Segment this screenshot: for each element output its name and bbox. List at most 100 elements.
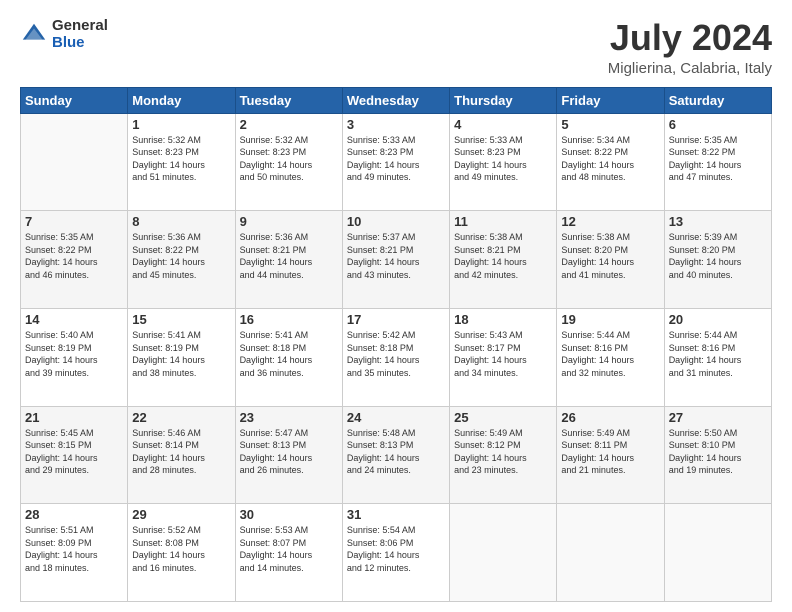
- calendar-cell: [450, 504, 557, 602]
- day-info: Sunrise: 5:38 AM Sunset: 8:21 PM Dayligh…: [454, 231, 552, 281]
- calendar-cell: 6 Sunrise: 5:35 AM Sunset: 8:22 PM Daylig…: [664, 113, 771, 211]
- weekday-header: Saturday: [664, 87, 771, 113]
- calendar-cell: [557, 504, 664, 602]
- calendar-cell: 2Sunrise: 5:32 AM Sunset: 8:23 PM Daylig…: [235, 113, 342, 211]
- day-info: Sunrise: 5:33 AM Sunset: 8:23 PM Dayligh…: [454, 134, 552, 184]
- day-number: 19: [561, 312, 659, 327]
- calendar-cell: 3Sunrise: 5:33 AM Sunset: 8:23 PM Daylig…: [342, 113, 449, 211]
- day-number: 25: [454, 410, 552, 425]
- day-info: Sunrise: 5:47 AM Sunset: 8:13 PM Dayligh…: [240, 427, 338, 477]
- calendar-cell: 16Sunrise: 5:41 AM Sunset: 8:18 PM Dayli…: [235, 308, 342, 406]
- calendar-cell: 20Sunrise: 5:44 AM Sunset: 8:16 PM Dayli…: [664, 308, 771, 406]
- header: General Blue July 2024 Miglierina, Calab…: [20, 18, 772, 77]
- day-number: 21: [25, 410, 123, 425]
- day-number: 18: [454, 312, 552, 327]
- calendar-cell: 13 Sunrise: 5:39 AM Sunset: 8:20 PM Dayli…: [664, 211, 771, 309]
- calendar-cell: 11 Sunrise: 5:38 AM Sunset: 8:21 PM Dayli…: [450, 211, 557, 309]
- weekday-header: Friday: [557, 87, 664, 113]
- day-number: 4: [454, 117, 552, 132]
- day-number: 5: [561, 117, 659, 132]
- day-number: 10: [347, 214, 445, 229]
- calendar-cell: 5 Sunrise: 5:34 AM Sunset: 8:22 PM Daylig…: [557, 113, 664, 211]
- calendar-cell: 21 Sunrise: 5:45 AM Sunset: 8:15 PM Dayli…: [21, 406, 128, 504]
- calendar-row: 21 Sunrise: 5:45 AM Sunset: 8:15 PM Dayli…: [21, 406, 772, 504]
- day-number: 12: [561, 214, 659, 229]
- day-number: 7: [25, 214, 123, 229]
- day-number: 13: [669, 214, 767, 229]
- weekday-header: Wednesday: [342, 87, 449, 113]
- logo-general-text: General: [52, 18, 108, 35]
- calendar-row: 14 Sunrise: 5:40 AM Sunset: 8:19 PM Dayli…: [21, 308, 772, 406]
- calendar-cell: 9 Sunrise: 5:36 AM Sunset: 8:21 PM Daylig…: [235, 211, 342, 309]
- weekday-header: Sunday: [21, 87, 128, 113]
- logo-blue-text: Blue: [52, 35, 108, 52]
- calendar-row: 28 Sunrise: 5:51 AM Sunset: 8:09 PM Dayli…: [21, 504, 772, 602]
- calendar-cell: 28 Sunrise: 5:51 AM Sunset: 8:09 PM Dayli…: [21, 504, 128, 602]
- title-block: July 2024 Miglierina, Calabria, Italy: [608, 18, 772, 77]
- calendar-cell: 17Sunrise: 5:42 AM Sunset: 8:18 PM Dayli…: [342, 308, 449, 406]
- day-info: Sunrise: 5:45 AM Sunset: 8:15 PM Dayligh…: [25, 427, 123, 477]
- day-number: 20: [669, 312, 767, 327]
- main-title: July 2024: [608, 18, 772, 58]
- day-number: 27: [669, 410, 767, 425]
- day-info: Sunrise: 5:49 AM Sunset: 8:11 PM Dayligh…: [561, 427, 659, 477]
- calendar-cell: 15 Sunrise: 5:41 AM Sunset: 8:19 PM Dayli…: [128, 308, 235, 406]
- day-info: Sunrise: 5:49 AM Sunset: 8:12 PM Dayligh…: [454, 427, 552, 477]
- calendar-cell: 27Sunrise: 5:50 AM Sunset: 8:10 PM Dayli…: [664, 406, 771, 504]
- page: General Blue July 2024 Miglierina, Calab…: [0, 0, 792, 612]
- day-info: Sunrise: 5:35 AM Sunset: 8:22 PM Dayligh…: [669, 134, 767, 184]
- day-info: Sunrise: 5:33 AM Sunset: 8:23 PM Dayligh…: [347, 134, 445, 184]
- day-info: Sunrise: 5:34 AM Sunset: 8:22 PM Dayligh…: [561, 134, 659, 184]
- day-number: 29: [132, 507, 230, 522]
- day-info: Sunrise: 5:53 AM Sunset: 8:07 PM Dayligh…: [240, 524, 338, 574]
- day-info: Sunrise: 5:48 AM Sunset: 8:13 PM Dayligh…: [347, 427, 445, 477]
- day-info: Sunrise: 5:35 AM Sunset: 8:22 PM Dayligh…: [25, 231, 123, 281]
- calendar-cell: 23Sunrise: 5:47 AM Sunset: 8:13 PM Dayli…: [235, 406, 342, 504]
- day-number: 22: [132, 410, 230, 425]
- logo-icon: [20, 21, 48, 49]
- day-number: 8: [132, 214, 230, 229]
- day-info: Sunrise: 5:44 AM Sunset: 8:16 PM Dayligh…: [561, 329, 659, 379]
- day-number: 9: [240, 214, 338, 229]
- subtitle: Miglierina, Calabria, Italy: [608, 60, 772, 77]
- calendar-cell: 25 Sunrise: 5:49 AM Sunset: 8:12 PM Dayli…: [450, 406, 557, 504]
- calendar-cell: 19 Sunrise: 5:44 AM Sunset: 8:16 PM Dayli…: [557, 308, 664, 406]
- logo: General Blue: [20, 18, 108, 51]
- calendar-cell: 29Sunrise: 5:52 AM Sunset: 8:08 PM Dayli…: [128, 504, 235, 602]
- day-info: Sunrise: 5:43 AM Sunset: 8:17 PM Dayligh…: [454, 329, 552, 379]
- day-info: Sunrise: 5:40 AM Sunset: 8:19 PM Dayligh…: [25, 329, 123, 379]
- calendar-cell: [21, 113, 128, 211]
- calendar-cell: 7 Sunrise: 5:35 AM Sunset: 8:22 PM Daylig…: [21, 211, 128, 309]
- day-info: Sunrise: 5:46 AM Sunset: 8:14 PM Dayligh…: [132, 427, 230, 477]
- day-number: 31: [347, 507, 445, 522]
- day-number: 15: [132, 312, 230, 327]
- weekday-header: Monday: [128, 87, 235, 113]
- day-info: Sunrise: 5:39 AM Sunset: 8:20 PM Dayligh…: [669, 231, 767, 281]
- day-number: 1: [132, 117, 230, 132]
- day-number: 11: [454, 214, 552, 229]
- calendar-cell: 30 Sunrise: 5:53 AM Sunset: 8:07 PM Dayli…: [235, 504, 342, 602]
- day-number: 30: [240, 507, 338, 522]
- day-info: Sunrise: 5:41 AM Sunset: 8:18 PM Dayligh…: [240, 329, 338, 379]
- day-info: Sunrise: 5:37 AM Sunset: 8:21 PM Dayligh…: [347, 231, 445, 281]
- calendar-header-row: SundayMondayTuesdayWednesdayThursdayFrid…: [21, 87, 772, 113]
- day-info: Sunrise: 5:38 AM Sunset: 8:20 PM Dayligh…: [561, 231, 659, 281]
- calendar-cell: 26Sunrise: 5:49 AM Sunset: 8:11 PM Dayli…: [557, 406, 664, 504]
- day-info: Sunrise: 5:36 AM Sunset: 8:22 PM Dayligh…: [132, 231, 230, 281]
- day-number: 14: [25, 312, 123, 327]
- day-info: Sunrise: 5:51 AM Sunset: 8:09 PM Dayligh…: [25, 524, 123, 574]
- day-number: 24: [347, 410, 445, 425]
- calendar-cell: 1 Sunrise: 5:32 AM Sunset: 8:23 PM Daylig…: [128, 113, 235, 211]
- day-number: 17: [347, 312, 445, 327]
- day-number: 28: [25, 507, 123, 522]
- day-info: Sunrise: 5:36 AM Sunset: 8:21 PM Dayligh…: [240, 231, 338, 281]
- calendar-row: 1 Sunrise: 5:32 AM Sunset: 8:23 PM Daylig…: [21, 113, 772, 211]
- calendar-cell: [664, 504, 771, 602]
- calendar-cell: 14 Sunrise: 5:40 AM Sunset: 8:19 PM Dayli…: [21, 308, 128, 406]
- day-info: Sunrise: 5:32 AM Sunset: 8:23 PM Dayligh…: [132, 134, 230, 184]
- day-info: Sunrise: 5:41 AM Sunset: 8:19 PM Dayligh…: [132, 329, 230, 379]
- calendar-cell: 24 Sunrise: 5:48 AM Sunset: 8:13 PM Dayli…: [342, 406, 449, 504]
- day-number: 6: [669, 117, 767, 132]
- weekday-header: Tuesday: [235, 87, 342, 113]
- calendar-cell: 22 Sunrise: 5:46 AM Sunset: 8:14 PM Dayli…: [128, 406, 235, 504]
